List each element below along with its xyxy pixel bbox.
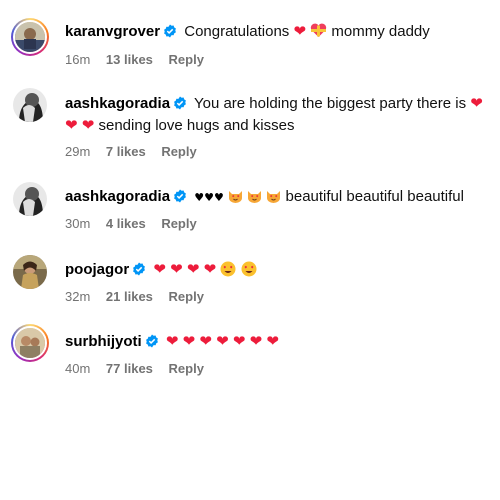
comment-timestamp: 40m	[65, 361, 91, 376]
avatar[interactable]	[11, 86, 49, 124]
comment-timestamp: 16m	[65, 52, 91, 67]
avatar-photo	[15, 328, 45, 358]
heart-eyes-cat-emoji	[228, 188, 243, 205]
comment-meta: 29m 7 likes Reply	[65, 144, 209, 159]
red-heart-emoji: ❤	[65, 116, 78, 134]
reply-button[interactable]: Reply	[161, 216, 196, 231]
red-heart-emoji: ❤	[81, 116, 95, 134]
likes-count[interactable]: 4 likes	[106, 216, 146, 231]
red-heart-emoji: ❤	[232, 332, 246, 350]
comment-username[interactable]: poojagor	[65, 261, 129, 278]
comment-username[interactable]: aashkagoradia	[65, 188, 170, 205]
reply-button[interactable]: Reply	[169, 52, 204, 67]
comment-body: aashkagoradia You are holding the bigges…	[65, 93, 486, 116]
comment-meta: 40m 77 likes Reply	[65, 361, 216, 376]
comment-timestamp: 30m	[65, 216, 91, 231]
likes-count[interactable]: 7 likes	[106, 144, 146, 159]
comment-username[interactable]: surbhijyoti	[65, 333, 142, 350]
reply-button[interactable]: Reply	[169, 361, 204, 376]
verified-badge-icon	[173, 188, 187, 209]
avatar-photo	[13, 182, 47, 216]
heart-with-ribbon-emoji	[310, 23, 327, 40]
heart-eyes-face-emoji	[241, 261, 257, 278]
black-heart-emoji: ♥♥♥	[194, 191, 224, 204]
red-heart-emoji: ❤	[293, 22, 307, 40]
red-heart-emoji: ❤	[199, 332, 212, 350]
red-heart-emoji: ❤	[165, 332, 179, 350]
red-heart-emoji: ❤	[170, 260, 183, 278]
red-heart-emoji: ❤	[182, 332, 196, 350]
verified-badge-icon	[145, 333, 159, 354]
red-heart-emoji: ❤	[470, 94, 483, 112]
comment-body: aashkagoradia ♥♥♥ beautiful beautiful be…	[65, 186, 486, 209]
likes-count[interactable]: 13 likes	[106, 52, 153, 67]
likes-count[interactable]: 21 likes	[106, 289, 153, 304]
red-heart-emoji: ❤	[186, 260, 200, 278]
avatar[interactable]	[11, 18, 49, 56]
red-heart-emoji: ❤	[203, 260, 217, 278]
comment-meta: 16m 13 likes Reply	[65, 52, 216, 67]
comment-username[interactable]: aashkagoradia	[65, 95, 170, 112]
comment-text: mommy daddy	[331, 23, 430, 40]
avatar[interactable]	[11, 253, 49, 291]
comment-text: beautiful beautiful beautiful	[285, 188, 464, 205]
red-heart-emoji: ❤	[266, 332, 279, 350]
heart-eyes-cat-emoji	[247, 188, 262, 205]
comment-body: surbhijyoti ❤ ❤ ❤ ❤ ❤ ❤ ❤	[65, 331, 486, 354]
comment-body: karanvgrover Congratulations ❤ mommy dad…	[65, 21, 486, 44]
comment-body: poojagor ❤ ❤ ❤ ❤	[65, 259, 486, 282]
avatar[interactable]	[11, 180, 49, 218]
avatar[interactable]	[11, 324, 49, 362]
comment-body-continued: ❤ ❤ sending love hugs and kisses	[65, 115, 486, 136]
red-heart-emoji: ❤	[153, 260, 166, 278]
comment-meta: 32m 21 likes Reply	[65, 289, 216, 304]
avatar-photo	[13, 88, 47, 122]
reply-button[interactable]: Reply	[169, 289, 204, 304]
verified-badge-icon	[173, 95, 187, 116]
avatar-photo	[15, 22, 45, 52]
heart-eyes-face-emoji	[220, 261, 236, 278]
comment-text: sending love hugs and kisses	[98, 117, 295, 134]
reply-button[interactable]: Reply	[161, 144, 196, 159]
comment-text: Congratulations	[184, 23, 290, 40]
comment-timestamp: 29m	[65, 144, 91, 159]
red-heart-emoji: ❤	[249, 332, 263, 350]
comment-username[interactable]: karanvgrover	[65, 23, 160, 40]
comment-timestamp: 32m	[65, 289, 91, 304]
comment-text: You are holding the biggest party there …	[193, 95, 467, 112]
heart-eyes-cat-emoji	[266, 188, 281, 205]
verified-badge-icon	[163, 23, 177, 44]
avatar-photo	[13, 255, 47, 289]
red-heart-emoji: ❤	[216, 332, 229, 350]
comment-meta: 30m 4 likes Reply	[65, 216, 209, 231]
likes-count[interactable]: 77 likes	[106, 361, 153, 376]
verified-badge-icon	[132, 261, 146, 282]
